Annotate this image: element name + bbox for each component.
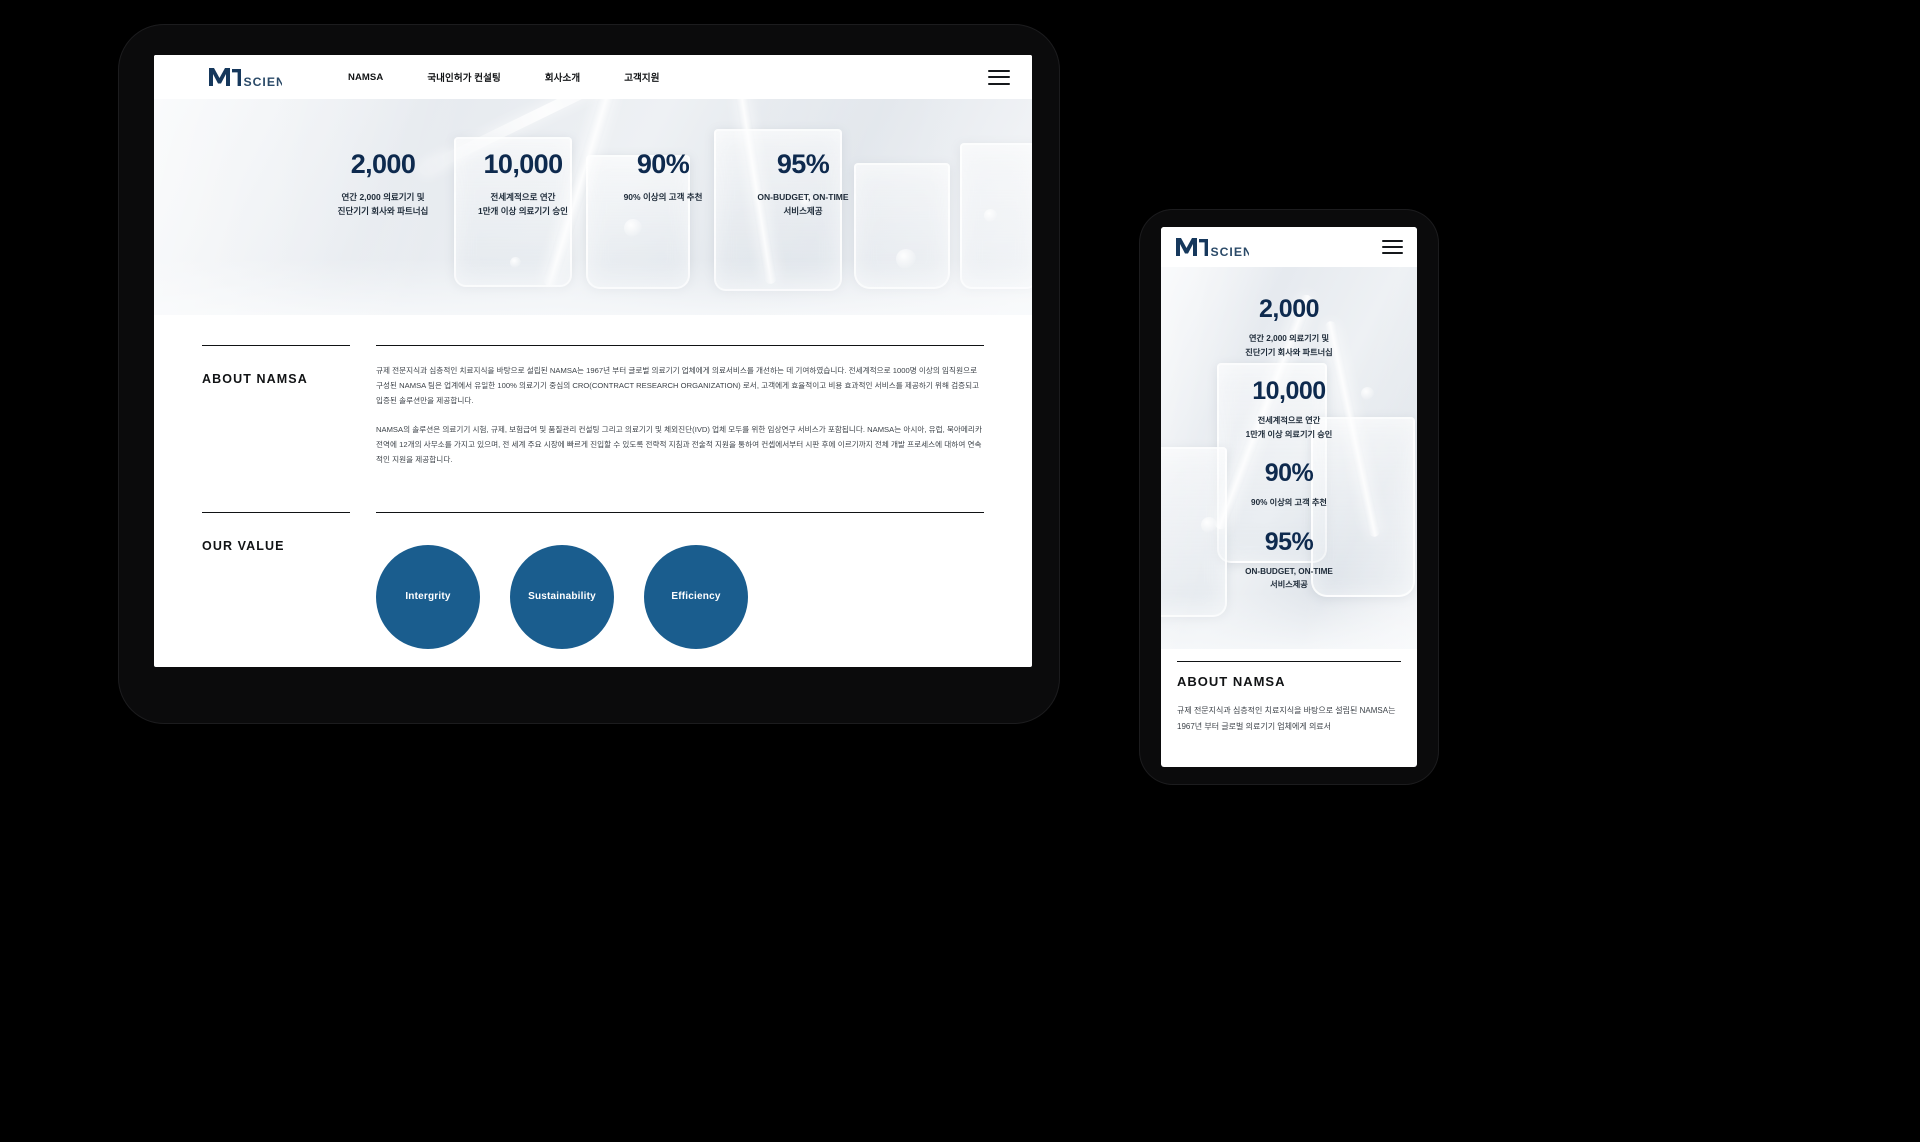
- value-circles: Intergrity Sustainability Efficiency: [376, 531, 984, 649]
- hamburger-bar: [1382, 246, 1403, 248]
- stat-value: 2,000: [1258, 295, 1320, 323]
- about-title: ABOUT NAMSA: [202, 372, 308, 386]
- md-science-logo[interactable]: SCIENCE: [208, 66, 282, 88]
- hamburger-icon[interactable]: [988, 69, 1010, 85]
- mobile-section-divider: [1177, 661, 1401, 662]
- hero-section: 2,000 연간 2,000 의료기기 및 진단기기 회사와 파트너십 10,0…: [154, 99, 1032, 315]
- svg-text:SCIENCE: SCIENCE: [244, 75, 283, 88]
- about-body: 규제 전문지식과 심층적인 치료지식을 바탕으로 설립된 NAMSA는 1967…: [376, 345, 984, 468]
- page-content: ABOUT NAMSA 규제 전문지식과 심층적인 치료지식을 바탕으로 설립된…: [154, 315, 1032, 649]
- logo-mark-icon: SCIENCE: [209, 68, 283, 88]
- stat-label: ON-BUDGET, ON-TIME 서비스제공: [1245, 566, 1333, 590]
- stat-item: 2,000 연간 2,000 의료기기 및 진단기기 회사와 파트너십: [313, 151, 453, 218]
- stat-label: ON-BUDGET, ON-TIME 서비스제공: [757, 192, 849, 216]
- nav-item-domestic-licensing-consulting[interactable]: 국내인허가 컨설팅: [427, 70, 500, 84]
- mobile-stat-item: 2,000 연간 2,000 의료기기 및 진단기기 회사와 파트너십: [1245, 297, 1332, 359]
- stat-label: 전세계적으로 연간 1만개 이상 의료기기 승인: [1245, 416, 1333, 439]
- about-section: ABOUT NAMSA 규제 전문지식과 심층적인 치료지식을 바탕으로 설립된…: [202, 345, 984, 468]
- md-science-logo-mobile[interactable]: SCIENCE: [1175, 236, 1249, 258]
- about-paragraph-2: NAMSA의 솔루션은 의료기기 시험, 규제, 보험급여 및 품질관리 컨설팅…: [376, 425, 982, 464]
- mobile-about-title: ABOUT NAMSA: [1177, 674, 1286, 689]
- about-heading-block: ABOUT NAMSA: [202, 345, 350, 386]
- nav-item-customer-support[interactable]: 고객지원: [624, 70, 659, 84]
- screenshot-stage: SCIENCE NAMSA 국내인허가 컨설팅 회사소개 고객지원: [0, 0, 1920, 1142]
- stat-value: 10,000: [483, 149, 564, 179]
- stat-value: 95%: [1264, 527, 1314, 556]
- mobile-about-section: ABOUT NAMSA 규제 전문지식과 심층적인 치료지식을 바탕으로 설립된…: [1161, 661, 1417, 735]
- hamburger-bar: [988, 76, 1010, 78]
- stat-label: 90% 이상의 고객 추천: [1251, 498, 1327, 508]
- stat-value: 95%: [776, 149, 830, 179]
- stat-label: 연간 2,000 의료기기 및 진단기기 회사와 파트너십: [1245, 334, 1333, 357]
- nav-item-company-intro[interactable]: 회사소개: [545, 70, 580, 84]
- mobile-stat-item: 10,000 전세계적으로 연간 1만개 이상 의료기기 승인: [1246, 379, 1333, 441]
- stat-value: 90%: [1264, 459, 1314, 488]
- value-title: OUR VALUE: [202, 538, 285, 553]
- value-circle-efficiency[interactable]: Efficiency: [644, 544, 748, 649]
- phone-screen: SCIENCE: [1161, 227, 1417, 767]
- stat-item: 95% ON-BUDGET, ON-TIME 서비스제공: [733, 151, 873, 218]
- value-body: Intergrity Sustainability Efficiency: [376, 511, 984, 649]
- stat-value: 2,000: [350, 149, 416, 179]
- logo-mark-icon: SCIENCE: [1176, 238, 1250, 258]
- stat-item: 90% 90% 이상의 고객 추천: [593, 151, 733, 205]
- about-paragraph-1: 규제 전문지식과 심층적인 치료지식을 바탕으로 설립된 NAMSA는 1967…: [376, 366, 980, 405]
- hamburger-icon-mobile[interactable]: [1382, 240, 1403, 254]
- stat-label: 90% 이상의 고객 추천: [623, 192, 703, 202]
- hamburger-bar: [1382, 240, 1403, 242]
- mobile-hero-stats: 2,000 연간 2,000 의료기기 및 진단기기 회사와 파트너십 10,0…: [1161, 267, 1417, 592]
- hamburger-bar: [988, 82, 1010, 85]
- our-value-section: OUR VALUE Intergrity Sustainability Effi…: [202, 511, 984, 649]
- stat-value: 10,000: [1252, 377, 1326, 406]
- value-heading-block: OUR VALUE: [202, 511, 350, 553]
- hamburger-bar: [1382, 252, 1403, 254]
- value-circle-sustainability[interactable]: Sustainability: [510, 544, 614, 649]
- stat-label: 연간 2,000 의료기기 및 진단기기 회사와 파트너십: [337, 192, 429, 216]
- value-circle-integrity[interactable]: Intergrity: [376, 544, 480, 649]
- stat-item: 10,000 전세계적으로 연간 1만개 이상 의료기기 승인: [453, 151, 593, 218]
- tablet-screen: SCIENCE NAMSA 국내인허가 컨설팅 회사소개 고객지원: [154, 55, 1032, 667]
- stat-value: 90%: [636, 149, 690, 179]
- mobile-stat-item: 95% ON-BUDGET, ON-TIME 서비스제공: [1245, 527, 1333, 592]
- mobile-hero-section: 2,000 연간 2,000 의료기기 및 진단기기 회사와 파트너십 10,0…: [1161, 267, 1417, 649]
- hero-stats-row: 2,000 연간 2,000 의료기기 및 진단기기 회사와 파트너십 10,0…: [154, 99, 1032, 218]
- nav-item-namsa[interactable]: NAMSA: [348, 72, 383, 83]
- mobile-navigation-bar: SCIENCE: [1161, 227, 1417, 267]
- stat-label: 전세계적으로 연간 1만개 이상 의료기기 승인: [477, 192, 568, 216]
- svg-text:SCIENCE: SCIENCE: [1211, 245, 1250, 258]
- mobile-stat-item: 90% 90% 이상의 고객 추천: [1251, 461, 1327, 510]
- nav-links: NAMSA 국내인허가 컨설팅 회사소개 고객지원: [348, 70, 660, 85]
- hamburger-bar: [988, 69, 1010, 72]
- top-navigation-bar: SCIENCE NAMSA 국내인허가 컨설팅 회사소개 고객지원: [154, 55, 1032, 99]
- mobile-about-excerpt: 규제 전문지식과 심층적인 치료지식을 바탕으로 설립된 NAMSA는 1967…: [1177, 706, 1396, 731]
